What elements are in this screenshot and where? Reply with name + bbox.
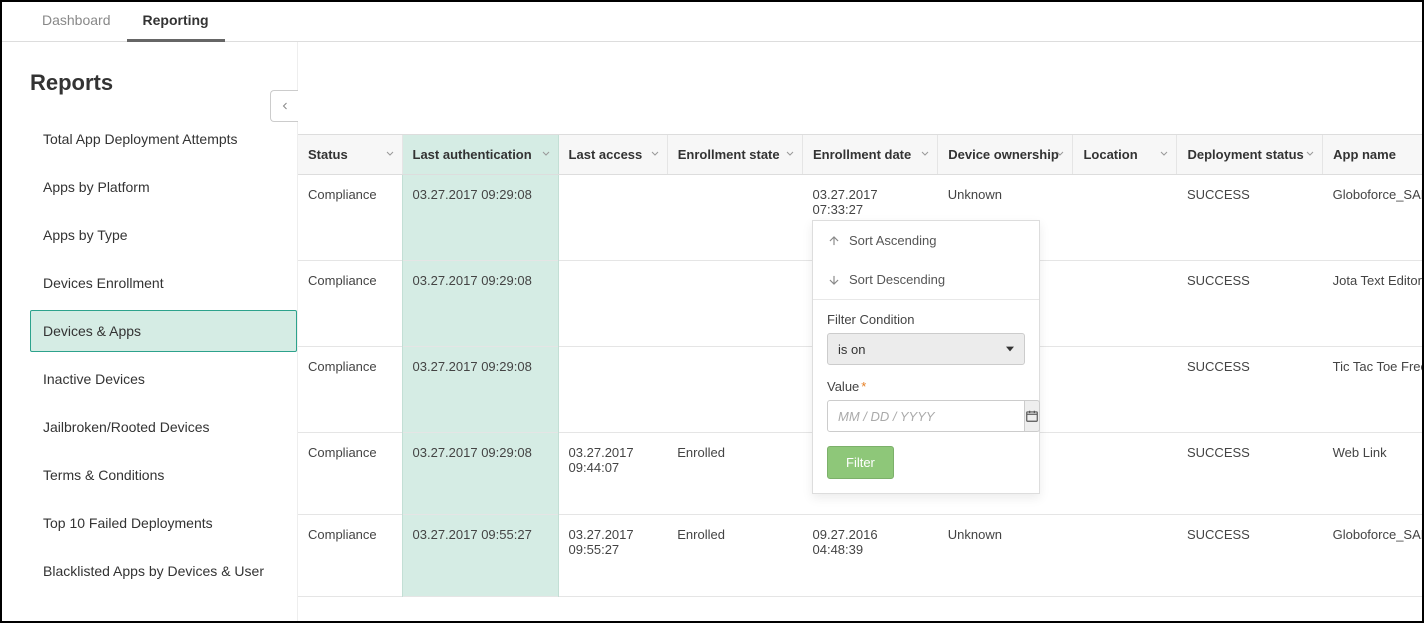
main-content: Status Last authentication Last access E… <box>298 42 1422 621</box>
table-cell: Globoforce_SAML <box>1323 515 1422 597</box>
filter-button[interactable]: Filter <box>827 446 894 479</box>
sidebar-item[interactable]: Terms & Conditions <box>30 454 297 496</box>
chevron-down-icon <box>384 147 396 162</box>
top-tabs: Dashboard Reporting <box>2 2 1422 42</box>
tab-reporting[interactable]: Reporting <box>127 2 225 41</box>
sidebar-item[interactable]: Blacklisted Apps by Devices & User <box>30 550 297 592</box>
table-cell: SUCCESS <box>1177 515 1323 597</box>
chevron-down-icon <box>649 147 661 162</box>
table-cell: Tic Tac Toe Free <box>1323 347 1422 433</box>
chevron-down-icon <box>1158 147 1170 162</box>
col-header-last-access[interactable]: Last access <box>558 135 667 175</box>
table-cell: SUCCESS <box>1177 175 1323 261</box>
table-cell: Compliance <box>298 347 402 433</box>
sidebar-item[interactable]: Total App Deployment Attempts <box>30 118 297 160</box>
table-cell: 03.27.2017 09:44:07 <box>558 433 667 515</box>
table-cell: Compliance <box>298 261 402 347</box>
filter-date-input[interactable] <box>827 400 1025 432</box>
chevron-down-icon <box>1054 147 1066 162</box>
chevron-down-icon <box>919 147 931 162</box>
sidebar-collapse-button[interactable] <box>270 90 298 122</box>
sidebar: Reports Total App Deployment Attempts App… <box>2 42 298 621</box>
sidebar-title: Reports <box>30 70 297 96</box>
table-cell: 03.27.2017 09:29:08 <box>402 347 558 433</box>
col-header-ownership[interactable]: Device ownership <box>938 135 1073 175</box>
table-cell: 03.27.2017 09:29:08 <box>402 175 558 261</box>
table-cell: 03.27.2017 09:55:27 <box>558 515 667 597</box>
table-cell: Enrolled <box>667 433 802 515</box>
table-cell <box>1073 175 1177 261</box>
table-cell: Enrolled <box>667 515 802 597</box>
chevron-down-icon <box>784 147 796 162</box>
table-cell: Web Link <box>1323 433 1422 515</box>
sort-ascending-label: Sort Ascending <box>849 233 936 248</box>
col-header-location[interactable]: Location <box>1073 135 1177 175</box>
calendar-icon-button[interactable] <box>1025 400 1040 432</box>
table-cell: Jota Text Editor <box>1323 261 1422 347</box>
table-cell <box>667 261 802 347</box>
filter-condition-select[interactable]: is on <box>827 333 1025 365</box>
sidebar-item[interactable]: Devices & Apps <box>30 310 297 352</box>
table-cell: 03.27.2017 09:29:08 <box>402 261 558 347</box>
table-cell <box>558 175 667 261</box>
table-cell: SUCCESS <box>1177 261 1323 347</box>
table-cell: 03.27.2017 09:55:27 <box>402 515 558 597</box>
table-cell <box>1073 347 1177 433</box>
sidebar-item[interactable]: Apps by Type <box>30 214 297 256</box>
sidebar-item[interactable]: Jailbroken/Rooted Devices <box>30 406 297 448</box>
chevron-down-icon <box>540 147 552 162</box>
table-row[interactable]: Compliance03.27.2017 09:55:2703.27.2017 … <box>298 515 1422 597</box>
filter-value-label: Value* <box>827 379 1025 394</box>
sidebar-item[interactable]: Inactive Devices <box>30 358 297 400</box>
table-cell <box>558 347 667 433</box>
table-cell <box>667 175 802 261</box>
sort-ascending-option[interactable]: Sort Ascending <box>813 221 1039 260</box>
table-cell: SUCCESS <box>1177 347 1323 433</box>
col-header-enroll-date[interactable]: Enrollment date <box>803 135 938 175</box>
table-cell <box>1073 515 1177 597</box>
col-header-deploy-status[interactable]: Deployment status <box>1177 135 1323 175</box>
table-cell <box>558 261 667 347</box>
col-header-last-auth[interactable]: Last authentication <box>402 135 558 175</box>
table-cell: 09.27.2016 04:48:39 <box>803 515 938 597</box>
tab-dashboard[interactable]: Dashboard <box>26 2 127 41</box>
table-cell <box>1073 261 1177 347</box>
filter-condition-label: Filter Condition <box>827 312 1025 327</box>
table-cell <box>667 347 802 433</box>
column-filter-popover: Sort Ascending Sort Descending Filter Co… <box>812 220 1040 494</box>
table-cell: SUCCESS <box>1177 433 1323 515</box>
col-header-status[interactable]: Status <box>298 135 402 175</box>
table-cell: Unknown <box>938 515 1073 597</box>
sidebar-item[interactable]: Apps by Platform <box>30 166 297 208</box>
col-header-enroll-state[interactable]: Enrollment state <box>667 135 802 175</box>
table-cell: Compliance <box>298 433 402 515</box>
col-header-app-name[interactable]: App name <box>1323 135 1422 175</box>
sidebar-item[interactable]: Top 10 Failed Deployments <box>30 502 297 544</box>
sort-descending-label: Sort Descending <box>849 272 945 287</box>
table-cell: Compliance <box>298 515 402 597</box>
table-cell: Globoforce_SAML <box>1323 175 1422 261</box>
table-cell: 03.27.2017 09:29:08 <box>402 433 558 515</box>
sort-descending-option[interactable]: Sort Descending <box>813 260 1039 299</box>
table-cell <box>1073 433 1177 515</box>
sidebar-item[interactable]: Devices Enrollment <box>30 262 297 304</box>
chevron-down-icon <box>1304 147 1316 162</box>
table-cell: Compliance <box>298 175 402 261</box>
